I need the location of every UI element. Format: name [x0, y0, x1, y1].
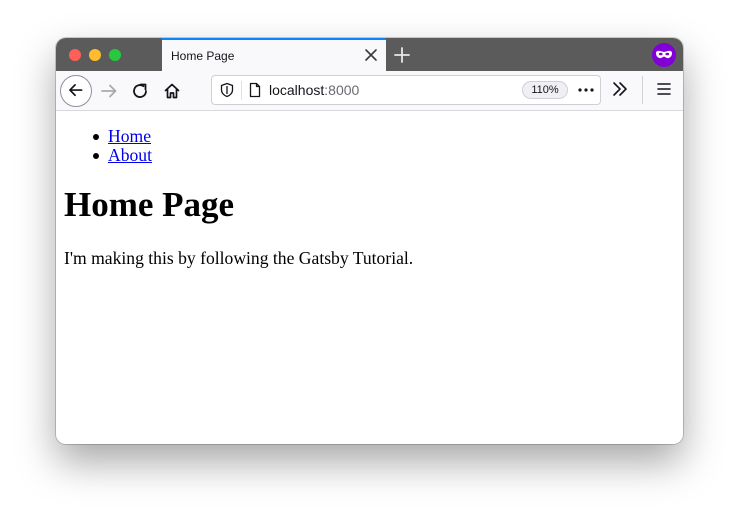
page-icon[interactable] — [247, 82, 263, 98]
plus-icon[interactable] — [393, 46, 411, 64]
url-port: :8000 — [324, 82, 360, 98]
reload-button[interactable] — [124, 75, 156, 107]
url-host: localhost — [269, 82, 325, 98]
back-arrow-icon — [69, 84, 83, 97]
tab-title: Home Page — [171, 49, 235, 63]
forward-button[interactable] — [94, 75, 126, 107]
page-content: Home About Home Page I'm making this by … — [56, 111, 683, 444]
home-link[interactable]: Home — [108, 126, 151, 146]
shield-icon[interactable] — [219, 82, 235, 98]
zoom-indicator[interactable]: 110% — [522, 81, 568, 99]
hamburger-menu-icon[interactable] — [654, 79, 674, 99]
more-horizontal-icon[interactable] — [576, 82, 596, 98]
nav-item-home: Home — [90, 127, 152, 146]
nav-item-about: About — [90, 146, 152, 165]
intro-paragraph: I'm making this by following the Gatsby … — [64, 248, 414, 268]
home-icon — [164, 83, 180, 99]
close-icon[interactable] — [364, 48, 378, 62]
home-button[interactable] — [156, 75, 188, 107]
site-nav: Home About — [90, 127, 152, 165]
browser-window: Home Page localhost:8000 110% Home About… — [56, 38, 683, 444]
private-browsing-icon — [652, 43, 676, 67]
navigation-toolbar: localhost:8000 110% — [56, 71, 683, 111]
minimize-window-button[interactable] — [89, 49, 101, 61]
about-link[interactable]: About — [108, 145, 152, 165]
urlbar-divider — [241, 81, 242, 100]
address-bar[interactable]: localhost:8000 110% — [211, 75, 601, 105]
chevrons-right-icon[interactable] — [610, 79, 630, 99]
zoom-window-button[interactable] — [109, 49, 121, 61]
tab-strip: Home Page — [56, 38, 683, 71]
reload-icon — [133, 83, 147, 98]
back-button[interactable] — [60, 75, 92, 107]
close-window-button[interactable] — [69, 49, 81, 61]
url-text[interactable]: localhost:8000 — [269, 82, 359, 98]
tab-home-page[interactable]: Home Page — [162, 38, 386, 71]
page-heading: Home Page — [64, 185, 235, 224]
forward-arrow-icon — [101, 84, 117, 98]
toolbar-divider — [642, 76, 643, 104]
